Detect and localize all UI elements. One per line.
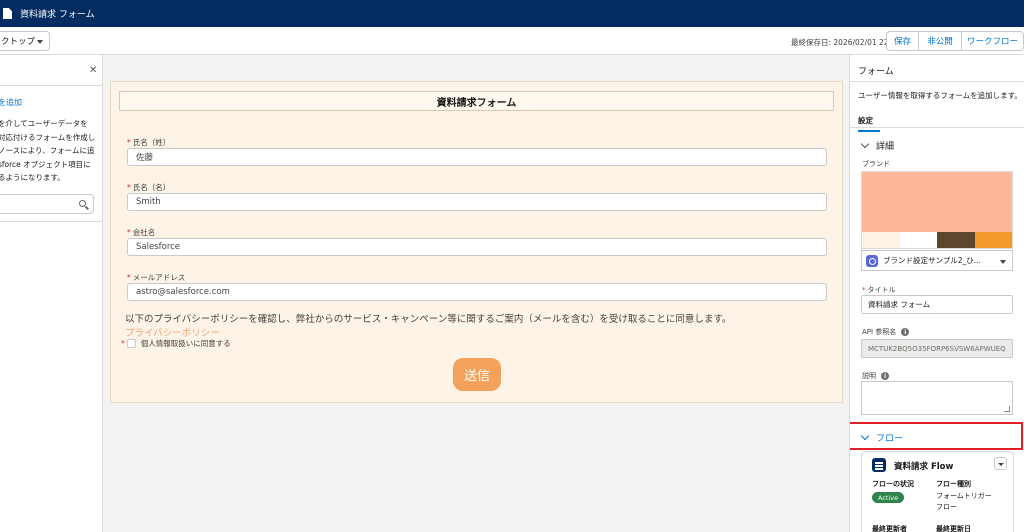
flow-status-label: フローの状況 [872,480,914,488]
panel-description: ユーザー情報を取得するフォームを追加します。 [858,91,1022,100]
left-panel-description: を介してユーザーデータを 対応付けるフォームを作成し ノースにより、フォームに追… [0,117,102,185]
field-label-text: 会社名 [132,228,156,237]
brand-color-swatch [974,232,1012,248]
chevron-down-icon [860,139,870,149]
field-label-company: * 会社名 [127,227,155,238]
device-select-value: クトップ [1,37,36,47]
required-mark: * [127,273,131,282]
tab-settings[interactable]: 設定 [858,115,880,132]
close-icon[interactable]: ✕ [89,65,97,76]
flow-name[interactable]: 資料請求 Flow [894,460,953,472]
field-label-text: メールアドレス [132,273,186,282]
title-label-text: タイトル [867,286,896,294]
privacy-policy-link[interactable]: プライバシーポリシー [125,325,220,339]
divider [850,127,1024,128]
last-saved-text: 最終保存日: 2026/02/01 22:32 [791,38,901,47]
flow-type-label: フロー種別 [936,480,971,488]
brand-label: ブランド [862,160,890,168]
api-label-text: API 参照名 [862,328,897,336]
divider [850,81,1024,82]
info-icon[interactable]: i [901,328,910,336]
brand-select[interactable]: ブランド設定サンプル2_ひ... [861,250,1013,271]
brand-select-value: ブランド設定サンプル2_ひ... [883,256,981,265]
workflow-button[interactable]: ワークフロー [962,32,1023,50]
save-button[interactable]: 保存 [887,32,919,50]
brand-color-strip [862,232,1012,248]
section-title: 詳細 [876,142,895,152]
toolbar: クトップ 最終保存日: 2026/02/01 22:32 保存 非公開 ワークフ… [0,27,1024,55]
firstname-input[interactable]: Smith [127,193,827,211]
flow-type-value: フォームトリガー フロー [936,491,992,513]
desc-label-text: 説明 [862,372,876,380]
brand-color-swatch [862,232,900,248]
flow-section-toggle[interactable]: フロー [860,431,904,444]
api-name-label: API 参照名 i [862,327,910,337]
form-canvas: 資料請求フォーム * 氏名（姓） 佐藤 * 氏名（名） Smith * 会社名 Sal… [110,81,843,403]
updated-date-label: 最終更新日 [936,525,971,532]
brand-preview [861,171,1013,249]
description-label: 説明 i [862,371,889,381]
title-input[interactable]: 資料請求 フォーム [861,295,1013,314]
desc-line: を介してユーザーデータを [0,119,88,128]
info-icon[interactable]: i [881,372,889,380]
chevron-down-icon [860,431,870,441]
lastname-input[interactable]: 佐藤 [127,148,827,166]
flow-type-line: フォームトリガー [936,492,992,500]
updated-by-label: 最終更新者 [872,525,907,532]
unpublish-button[interactable]: 非公開 [919,32,962,50]
search-input[interactable] [0,194,94,214]
action-button-group: 保存 非公開 ワークフロー [886,31,1024,51]
chevron-down-icon [1000,260,1006,264]
required-mark: * [121,339,125,348]
desc-line: るようになります。 [0,173,65,182]
title-label: * タイトル [862,285,896,295]
field-label-text: 氏名（姓） [132,138,171,147]
agree-label: 個人情報取扱いに同意する [140,339,231,348]
required-mark: * [127,228,131,237]
add-link[interactable]: を追加 [0,97,22,108]
section-title: フロー [876,434,904,444]
company-input[interactable]: Salesforce [127,238,827,256]
app-title: 資料請求 フォーム [20,10,95,20]
details-section-toggle[interactable]: 詳細 [860,139,895,152]
field-label-firstname: * 氏名（名） [127,182,170,193]
field-label-lastname: * 氏名（姓） [127,137,170,148]
divider [0,85,102,86]
status-badge: Active [872,492,905,503]
api-name-field: MCTUK2BQ5O35FORP6SVSW6APWUEQ [861,339,1013,358]
brand-icon [866,254,878,267]
email-input[interactable]: astro@salesforce.com [127,283,827,301]
submit-button[interactable]: 送信 [453,358,501,391]
field-label-email: * メールアドレス [127,272,185,283]
flow-card: 資料請求 Flow フローの状況 フロー種別 Active フォームトリガー フ… [861,451,1014,532]
required-mark: * [862,286,866,294]
field-label-text: 氏名（名） [132,183,171,192]
chevron-down-icon [37,40,43,44]
desc-line: 対応付けるフォームを作成し [0,132,96,142]
desc-line: ノースにより、フォームに追 [0,146,95,155]
left-panel: ✕ を追加 を介してユーザーデータを 対応付けるフォームを作成し ノースにより、… [0,55,103,532]
agree-checkbox-row[interactable]: * 個人情報取扱いに同意する [121,338,231,349]
device-select[interactable]: クトップ [0,31,50,51]
search-icon [79,200,86,207]
consent-text: 以下のプライバシーポリシーを確認し、弊社からのサービス・キャンペーン等に関するご… [125,314,732,325]
brand-color-swatch [937,232,975,248]
flow-type-line: フロー [936,503,957,511]
brand-main-color [862,172,1012,232]
panel-title: フォーム [858,67,894,77]
required-mark: * [127,138,131,147]
desc-line: sforce オブジェクト項目に [0,159,91,169]
properties-panel: フォーム ユーザー情報を取得するフォームを追加します。 設定 詳細 ブランド ブ… [849,55,1024,532]
description-textarea[interactable] [861,381,1013,415]
app-header: 資料請求 フォーム [0,0,1024,27]
document-icon [3,8,12,19]
form-title[interactable]: 資料請求フォーム [119,91,834,111]
flow-icon [872,458,886,472]
divider [0,221,102,222]
flow-menu-button[interactable] [994,457,1007,470]
agree-checkbox[interactable] [126,339,136,348]
required-mark: * [127,183,131,192]
brand-color-swatch [899,232,937,248]
